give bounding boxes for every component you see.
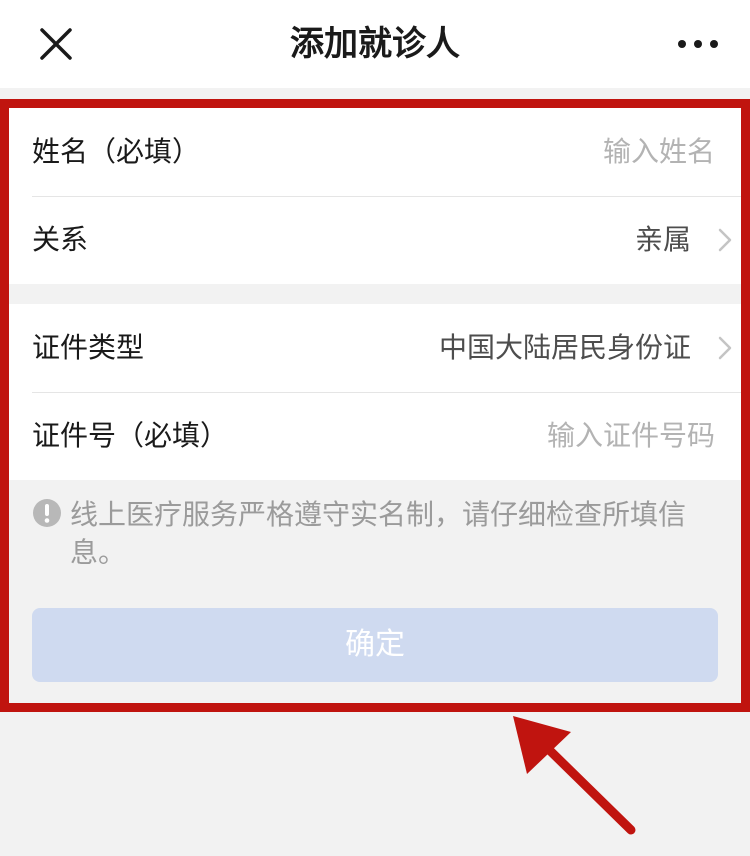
id-type-row[interactable]: 证件类型 中国大陆居民身份证 — [4, 304, 747, 392]
info-exclamation-icon — [33, 499, 61, 527]
relation-row[interactable]: 关系 亲属 — [4, 196, 747, 284]
patient-form-panel: 姓名（必填） 输入姓名 关系 亲属 证件类型 中国大陆居民身份证 证件号（必填）… — [4, 104, 747, 710]
relation-label: 关系 — [32, 223, 89, 256]
confirm-button[interactable]: 确定 — [32, 608, 718, 682]
id-type-value[interactable]: 中国大陆居民身份证 — [439, 304, 691, 392]
relation-value[interactable]: 亲属 — [635, 196, 691, 284]
name-label: 姓名（必填） — [32, 135, 201, 168]
pointer-arrow-icon — [513, 716, 636, 835]
id-number-row[interactable]: 证件号（必填） 输入证件号码 — [4, 392, 747, 480]
id-type-label: 证件类型 — [32, 331, 145, 364]
navigation-bar: 添加就诊人 — [0, 0, 750, 88]
personal-info-group: 姓名（必填） 输入姓名 关系 亲属 — [4, 108, 747, 284]
name-row[interactable]: 姓名（必填） 输入姓名 — [4, 108, 747, 196]
id-info-group: 证件类型 中国大陆居民身份证 证件号（必填） 输入证件号码 — [4, 304, 747, 480]
id-number-label: 证件号（必填） — [32, 419, 229, 452]
more-dots-icon[interactable] — [672, 26, 724, 62]
chevron-right-icon — [718, 336, 732, 360]
notice-text: 线上医疗服务严格遵守实名制，请仔细检查所填信息。 — [70, 498, 687, 569]
name-input[interactable]: 输入姓名 — [603, 108, 715, 196]
page-title: 添加就诊人 — [290, 24, 460, 64]
id-number-input[interactable]: 输入证件号码 — [547, 392, 715, 480]
chevron-right-icon — [718, 228, 732, 252]
